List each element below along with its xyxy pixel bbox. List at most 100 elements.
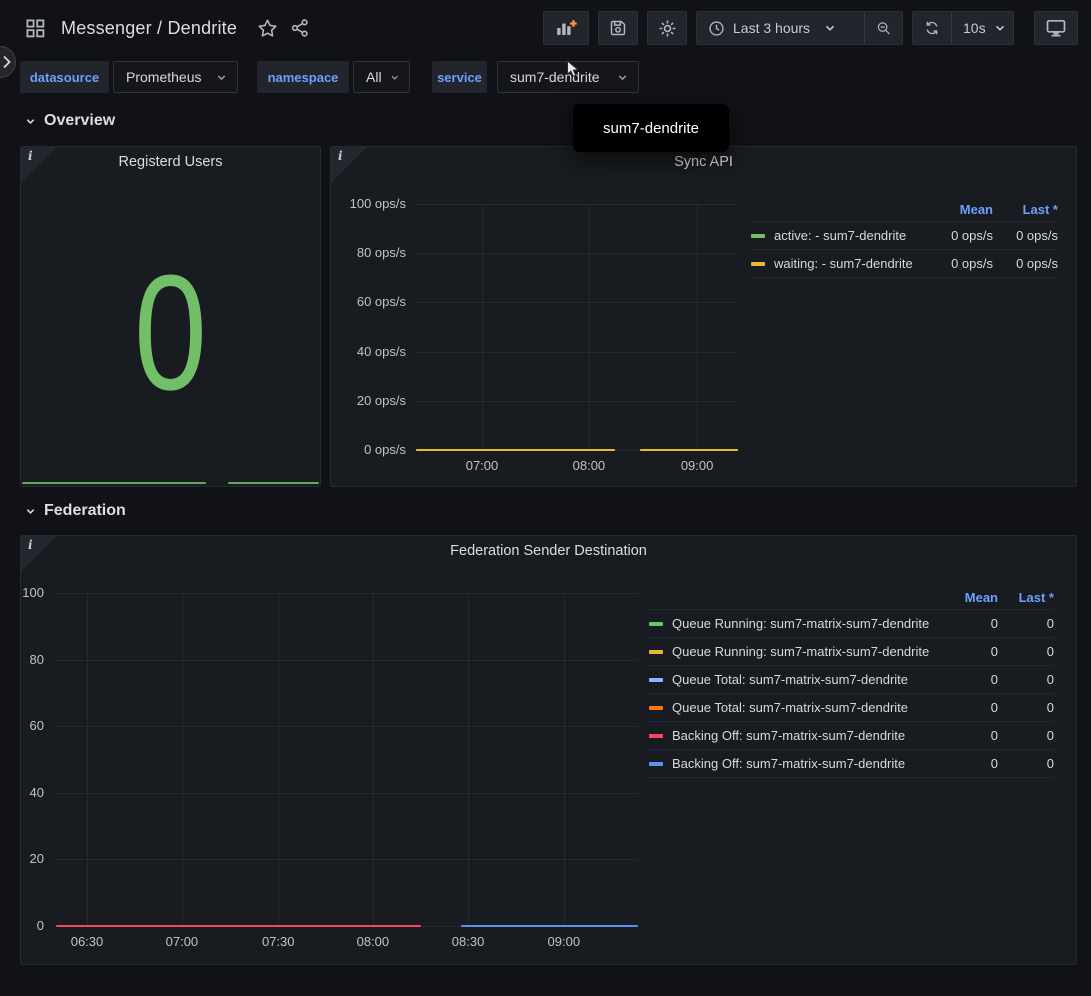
section-overview[interactable]: Overview — [24, 109, 115, 133]
series-label[interactable]: waiting: - sum7-dendrite — [774, 256, 923, 271]
series-label[interactable]: Backing Off: sum7-matrix-sum7-dendrite — [672, 756, 938, 771]
legend-value: 0 — [938, 672, 998, 687]
series-label[interactable]: Queue Running: sum7-matrix-sum7-dendrite — [672, 644, 938, 659]
panel-sync-api: i Sync API 100 ops/s80 ops/s60 ops/s40 o… — [330, 146, 1077, 487]
y-axis-tick-label: 20 ops/s — [357, 393, 406, 408]
x-axis-tick-label: 09:00 — [548, 934, 581, 949]
variables-row: datasource Prometheus namespace All serv… — [0, 61, 1091, 93]
chevron-down-icon — [24, 505, 37, 518]
legend-column-mean[interactable]: Mean — [938, 590, 998, 605]
zoom-out-button[interactable] — [864, 12, 902, 44]
gridline-horizontal — [416, 204, 738, 205]
dropdown-tooltip: sum7-dendrite — [573, 104, 729, 152]
legend-header-spacer — [649, 595, 663, 599]
dashboard-settings-button[interactable] — [647, 11, 687, 45]
section-federation[interactable]: Federation — [24, 499, 126, 523]
save-dashboard-button[interactable] — [598, 11, 638, 45]
apps-icon[interactable] — [20, 19, 51, 38]
legend-row: Queue Total: sum7-matrix-sum7-dendrite00 — [649, 694, 1054, 722]
navbar: Messenger / Dendrite Last 3 hours — [0, 0, 1091, 56]
y-axis-tick-label: 20 — [30, 851, 44, 866]
y-axis-tick-label: 80 ops/s — [357, 245, 406, 260]
caret-down-icon — [994, 22, 1006, 34]
legend-column-last[interactable]: Last * — [993, 202, 1058, 217]
gridline-horizontal — [416, 401, 738, 402]
variable-dropdown-datasource[interactable]: Prometheus — [113, 61, 238, 93]
y-axis-tick-label: 40 — [30, 785, 44, 800]
sync-api-chart[interactable]: 100 ops/s80 ops/s60 ops/s40 ops/s20 ops/… — [416, 204, 738, 450]
gridline-vertical — [482, 204, 483, 450]
gridline-vertical — [373, 593, 374, 926]
refresh-button[interactable] — [913, 12, 951, 44]
legend-row: Queue Running: sum7-matrix-sum7-dendrite… — [649, 610, 1054, 638]
variable-label-datasource: datasource — [20, 61, 109, 93]
series-line — [416, 449, 615, 451]
federation-sender-chart[interactable]: 10080604020006:3007:0007:3008:0008:3009:… — [54, 593, 638, 926]
gridline-horizontal — [416, 352, 738, 353]
y-axis-tick-label: 40 ops/s — [357, 344, 406, 359]
series-color-swatch — [649, 650, 663, 654]
legend-value: 0 — [998, 728, 1054, 743]
series-label[interactable]: active: - sum7-dendrite — [774, 228, 923, 243]
legend-value: 0 — [998, 644, 1054, 659]
series-color-swatch — [649, 706, 663, 710]
panel-federation-sender-destination: i Federation Sender Destination 10080604… — [20, 535, 1077, 965]
kiosk-mode-button[interactable] — [1034, 11, 1078, 45]
gridline-horizontal — [54, 726, 638, 727]
variable-dropdown-service[interactable]: sum7-dendrite — [497, 61, 639, 93]
legend-value: 0 — [938, 616, 998, 631]
panel-title[interactable]: Sync API — [331, 154, 1076, 170]
caret-down-icon — [617, 72, 628, 83]
y-axis-tick-label: 100 — [22, 585, 44, 600]
series-color-swatch — [649, 762, 663, 766]
time-range-button[interactable]: Last 3 hours — [697, 12, 864, 44]
series-label[interactable]: Queue Running: sum7-matrix-sum7-dendrite — [672, 616, 938, 631]
gridline-horizontal — [416, 302, 738, 303]
series-color-swatch — [649, 622, 663, 626]
x-axis-tick-label: 07:30 — [262, 934, 295, 949]
variable-dropdown-namespace[interactable]: All — [353, 61, 410, 93]
breadcrumb[interactable]: Messenger / Dendrite — [61, 18, 237, 39]
series-line — [461, 925, 638, 927]
kiosk-icon — [1046, 19, 1066, 37]
series-label[interactable]: Backing Off: sum7-matrix-sum7-dendrite — [672, 728, 938, 743]
gridline-vertical — [589, 204, 590, 450]
variable-value: sum7-dendrite — [510, 69, 600, 85]
navbar-toolbar: Last 3 hours 10s — [543, 11, 1078, 45]
legend-column-mean[interactable]: Mean — [923, 202, 993, 217]
caret-down-icon — [824, 22, 836, 34]
legend-value: 0 ops/s — [923, 228, 993, 243]
panel-title[interactable]: Federation Sender Destination — [21, 543, 1076, 559]
gridline-vertical — [87, 593, 88, 926]
share-icon[interactable] — [284, 18, 316, 38]
legend-row: Queue Total: sum7-matrix-sum7-dendrite00 — [649, 666, 1054, 694]
gridline-horizontal — [54, 593, 638, 594]
series-label[interactable]: Queue Total: sum7-matrix-sum7-dendrite — [672, 700, 938, 715]
star-icon[interactable] — [251, 18, 284, 39]
x-axis-tick-label: 08:00 — [573, 458, 606, 473]
panel-title[interactable]: Registerd Users — [21, 154, 320, 170]
x-axis-tick-label: 07:00 — [166, 934, 199, 949]
variable-value: All — [366, 69, 382, 85]
refresh-interval-button[interactable]: 10s — [951, 12, 1017, 44]
gridline-vertical — [182, 593, 183, 926]
x-axis-tick-label: 08:30 — [452, 934, 485, 949]
add-panel-button[interactable] — [543, 11, 589, 45]
save-icon — [609, 19, 627, 37]
legend-value: 0 — [998, 700, 1054, 715]
stat-value: 0 — [51, 243, 290, 423]
gridline-horizontal — [54, 660, 638, 661]
gridline-vertical — [278, 593, 279, 926]
y-axis-tick-label: 0 — [37, 918, 44, 933]
refresh-interval-label: 10s — [963, 20, 986, 36]
legend-column-last[interactable]: Last * — [998, 590, 1054, 605]
info-icon: i — [28, 149, 33, 163]
sparkline-segment — [228, 482, 319, 484]
series-label[interactable]: Queue Total: sum7-matrix-sum7-dendrite — [672, 672, 938, 687]
legend-value: 0 — [938, 728, 998, 743]
variable-label-namespace: namespace — [257, 61, 349, 93]
legend-row: Backing Off: sum7-matrix-sum7-dendrite00 — [649, 750, 1054, 778]
refresh-picker: 10s — [912, 11, 1014, 45]
caret-down-icon — [390, 72, 399, 83]
y-axis-tick-label: 80 — [30, 652, 44, 667]
